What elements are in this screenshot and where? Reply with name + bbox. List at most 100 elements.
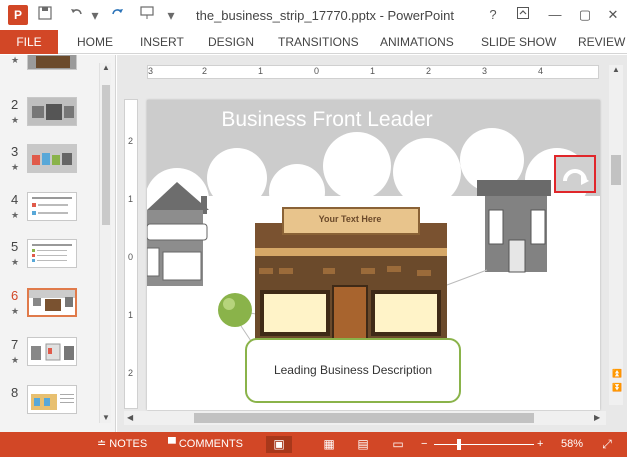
tab-animations[interactable]: ANIMATIONS <box>380 30 454 54</box>
ruler-number: 3 <box>482 66 488 76</box>
scrollbar-thumb[interactable] <box>194 413 534 423</box>
zoom-slider[interactable] <box>434 444 534 445</box>
scroll-left-icon[interactable]: ◀ <box>127 413 133 422</box>
ruler-number: 1 <box>128 310 134 320</box>
notes-button[interactable]: ≐ NOTES <box>97 432 147 457</box>
close-icon[interactable]: ✕ <box>601 5 625 25</box>
status-bar: ≐ NOTES ▀ COMMENTS ▣ ▦ ▤ ▭ − + 58% ⤢ <box>0 432 627 457</box>
reading-view-icon[interactable]: ▤ <box>350 436 376 453</box>
slide-preview <box>27 239 77 268</box>
horizontal-ruler: 3 2 1 0 1 2 3 4 <box>147 65 599 79</box>
animation-star-icon: ★ <box>11 306 20 316</box>
slide-vertical-scrollbar[interactable]: ▲ ⏫ ⏬ <box>609 65 623 405</box>
scroll-down-icon[interactable]: ▼ <box>102 413 110 422</box>
slide-thumbnail-7[interactable]: 7 ★ <box>0 337 100 379</box>
save-icon[interactable] <box>36 5 54 25</box>
animation-undo-icon[interactable] <box>554 155 596 193</box>
zoom-slider-handle[interactable] <box>457 439 461 450</box>
scrollbar-thumb[interactable] <box>611 155 621 185</box>
vertical-ruler: 2 1 0 1 2 <box>124 99 138 409</box>
zoom-out-button[interactable]: − <box>421 432 427 457</box>
tab-review[interactable]: REVIEW <box>578 30 625 54</box>
ruler-number: 2 <box>128 136 134 146</box>
scrollbar-thumb[interactable] <box>102 85 110 225</box>
animation-star-icon: ★ <box>11 210 20 220</box>
slide-thumbnail-5[interactable]: 5 ★ <box>0 239 100 281</box>
tab-transitions[interactable]: TRANSITIONS <box>278 30 359 54</box>
description-box[interactable]: Leading Business Description <box>245 338 461 403</box>
slide-preview <box>27 192 77 221</box>
ruler-number: 0 <box>314 66 320 76</box>
sign-text[interactable]: Your Text Here <box>285 214 415 224</box>
scroll-right-icon[interactable]: ▶ <box>594 413 600 422</box>
undo-dropdown-icon[interactable]: ▾ <box>86 5 104 25</box>
thumbnail-scrollbar[interactable]: ▲ ▼ <box>99 63 111 423</box>
powerpoint-icon[interactable]: P <box>8 5 28 25</box>
ruler-number: 0 <box>128 252 134 262</box>
undo-icon[interactable] <box>68 5 86 25</box>
help-button[interactable]: ? <box>481 5 505 25</box>
powerpoint-window: P ▾ ▾ the_business_strip_17770.pptx - Po… <box>0 0 627 457</box>
normal-view-icon[interactable]: ▣ <box>266 436 292 453</box>
slide-thumbnail-8[interactable]: 8 <box>0 385 100 427</box>
scroll-up-icon[interactable]: ▲ <box>102 63 110 72</box>
tab-insert[interactable]: INSERT <box>140 30 184 54</box>
slide-preview <box>27 337 77 366</box>
slide-number: 4 <box>11 192 19 207</box>
animation-star-icon: ★ <box>11 355 20 365</box>
title-bar: P ▾ ▾ the_business_strip_17770.pptx - Po… <box>0 0 627 30</box>
slide-preview <box>27 55 77 70</box>
ribbon-display-options-icon[interactable] <box>511 5 535 25</box>
tab-design[interactable]: DESIGN <box>208 30 254 54</box>
slide-thumbnail-3[interactable]: 3 ★ <box>0 144 100 186</box>
slide-thumbnail-2[interactable]: 2 ★ <box>0 97 100 139</box>
fit-to-window-icon[interactable]: ⤢ <box>594 436 620 453</box>
slideshow-icon[interactable]: ▭ <box>385 436 411 453</box>
slide-sorter-icon[interactable]: ▦ <box>316 436 342 453</box>
present-from-start-icon[interactable] <box>138 5 156 25</box>
slide-number: 3 <box>11 144 19 159</box>
zoom-level[interactable]: 58% <box>561 432 583 457</box>
ruler-number: 2 <box>426 66 432 76</box>
slide-title[interactable]: Business Front Leader <box>147 108 507 132</box>
animation-star-icon: ★ <box>11 162 20 172</box>
document-title: the_business_strip_17770.pptx - PowerPoi… <box>196 8 454 23</box>
slide-horizontal-scrollbar[interactable]: ◀ ▶ <box>124 411 606 425</box>
customize-toolbar-icon[interactable]: ▾ <box>162 5 180 25</box>
ruler-number: 3 <box>148 66 154 76</box>
comments-label: COMMENTS <box>178 438 244 450</box>
slide-number: 5 <box>11 239 19 254</box>
slide-number: 8 <box>11 385 19 400</box>
redo-icon[interactable] <box>108 5 126 25</box>
minimize-icon[interactable]: — <box>543 5 567 25</box>
comments-button[interactable]: ▀ COMMENTS <box>168 432 243 457</box>
tab-home[interactable]: HOME <box>77 30 113 54</box>
slide-canvas[interactable]: Business Front Leader Your Text Here Lea… <box>147 100 600 410</box>
slide-thumbnail-6[interactable]: 6 ★ <box>0 288 100 330</box>
ruler-number: 1 <box>370 66 376 76</box>
slide-number: 7 <box>11 337 19 352</box>
slide-number: 6 <box>11 288 19 303</box>
restore-icon[interactable]: ▢ <box>573 5 597 25</box>
slide-editor: 3 2 1 0 1 2 3 4 2 1 0 1 2 Business Front… <box>117 55 627 432</box>
slide-thumbnail-1[interactable]: ★ <box>0 55 100 83</box>
next-slide-icon[interactable]: ⏬ <box>612 383 622 392</box>
notes-icon: ≐ <box>97 438 107 450</box>
animation-star-icon: ★ <box>11 115 20 125</box>
tab-file[interactable]: FILE <box>0 30 58 54</box>
slide-preview-selected <box>27 288 77 317</box>
comment-icon: ▀ <box>168 438 176 450</box>
zoom-in-button[interactable]: + <box>537 432 543 457</box>
notes-label: NOTES <box>109 438 148 450</box>
ruler-number: 2 <box>128 368 134 378</box>
slide-thumbnail-pane: ★ 2 ★ 3 ★ 4 ★ 5 ★ 6 ★ 7 ★ 8 ▲ ▼ <box>0 55 116 432</box>
scroll-up-icon[interactable]: ▲ <box>612 65 620 74</box>
ruler-number: 1 <box>128 194 134 204</box>
previous-slide-icon[interactable]: ⏫ <box>612 369 622 378</box>
ruler-number: 1 <box>258 66 264 76</box>
ruler-number: 2 <box>202 66 208 76</box>
slide-preview <box>27 385 77 414</box>
slide-thumbnail-4[interactable]: 4 ★ <box>0 192 100 234</box>
tab-slide-show[interactable]: SLIDE SHOW <box>481 30 556 54</box>
animation-star-icon: ★ <box>11 55 20 65</box>
